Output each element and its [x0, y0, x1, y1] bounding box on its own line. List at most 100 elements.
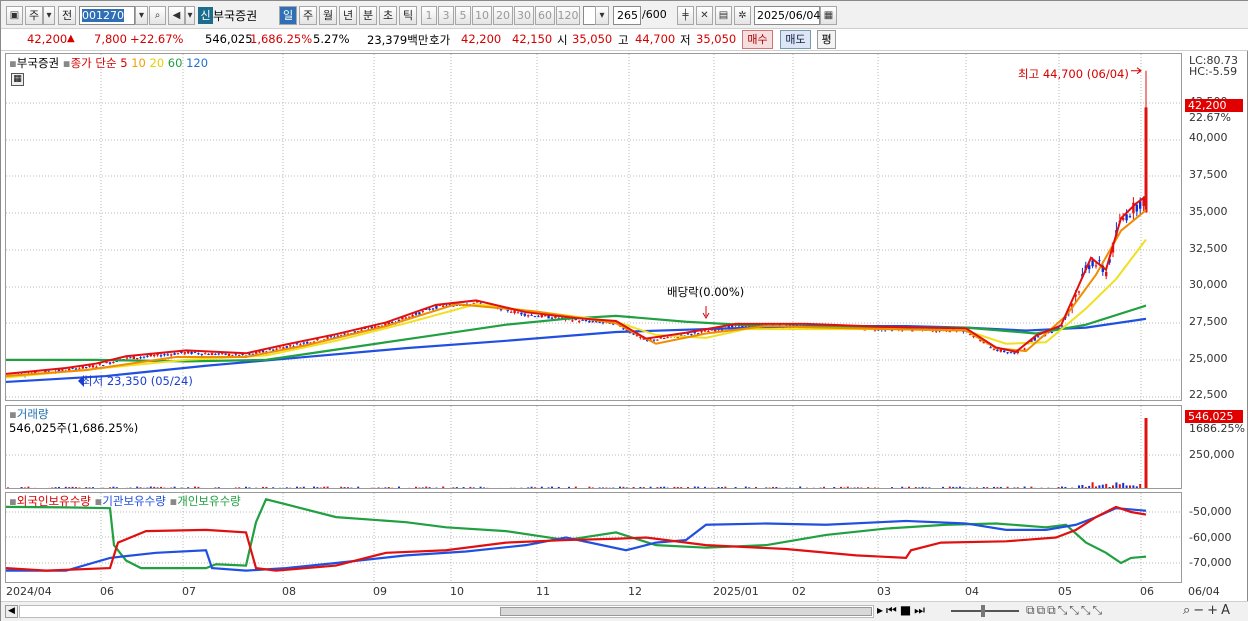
candle-body [992, 349, 996, 351]
volume-bar [370, 487, 373, 488]
candle-body [105, 362, 108, 364]
candle-body [1125, 214, 1128, 221]
scroll-track[interactable] [19, 605, 874, 618]
volume-bar [1105, 483, 1108, 488]
date-input[interactable]: 2025/06/04 [754, 6, 820, 25]
candle-body [581, 319, 584, 321]
candle-body [408, 316, 411, 318]
volume-bar [697, 486, 700, 488]
holding-panel[interactable]: ▪외국인보유수량 ▪기관보유수량 ▪개인보유수량 [5, 492, 1182, 583]
volume-bar [1098, 485, 1101, 488]
volume-bar [765, 487, 768, 488]
tool-icons[interactable]: ⧉⧉⧉⤡⤡⤡⤡ [1026, 603, 1104, 618]
zoom-slider[interactable] [951, 610, 1019, 612]
chevron-down-icon[interactable]: ▾ [185, 6, 195, 25]
volume-bar [990, 488, 992, 489]
volume-bar [354, 488, 356, 489]
interval-10[interactable]: 10 [472, 6, 492, 25]
toolbar: ▣ 주 ▾ 전 001270 ▾ ⌕ ◀ ▾ 신 부국증권 일 주 월 년 분 … [1, 1, 1248, 29]
market-button[interactable]: 주 [25, 6, 43, 25]
interval-120[interactable]: 120 [556, 6, 580, 25]
interval-20[interactable]: 20 [493, 6, 513, 25]
volume-bar [225, 488, 227, 489]
stock-name: 부국증권 [213, 9, 258, 23]
open-label: 시 [557, 33, 568, 47]
volume-panel[interactable]: ▪거래량 546,025주(1,686.25%) [5, 405, 1182, 489]
eval-button[interactable]: 평 [817, 30, 836, 49]
scroll-thumb[interactable] [500, 607, 872, 616]
volume-bar [112, 486, 115, 488]
prev-button[interactable]: 전 [58, 6, 76, 25]
volume-pct: 1,686.25% [250, 32, 313, 46]
count-input[interactable]: 265 [613, 6, 641, 25]
y-tick: -50,000 [1189, 505, 1232, 518]
table-icon[interactable]: ▦ [11, 73, 24, 86]
buy-button[interactable]: 매수 [742, 30, 773, 49]
y-tick: 27,500 [1189, 315, 1228, 328]
candle-body [442, 305, 445, 307]
sell-button[interactable]: 매도 [780, 30, 811, 49]
volume-bar [625, 487, 628, 488]
playback-controls[interactable]: ▸⏮■⏭ [877, 603, 928, 618]
interval-3[interactable]: 3 [438, 6, 454, 25]
candle-body [88, 365, 91, 367]
period-year[interactable]: 년 [339, 6, 357, 25]
chevron-down-icon[interactable]: ▾ [43, 6, 55, 25]
period-tick[interactable]: 틱 [399, 6, 417, 25]
volume-bar [704, 486, 706, 488]
volume-bar [656, 487, 659, 488]
code-input[interactable]: 001270 [79, 6, 135, 25]
calendar-icon[interactable]: ▦ [820, 6, 837, 25]
gear-icon[interactable]: ✲ [734, 6, 751, 25]
volume-bar [1139, 483, 1142, 488]
period-minute[interactable]: 분 [359, 6, 377, 25]
volume-bar [384, 487, 387, 488]
search-icon[interactable]: ⌕ [149, 6, 166, 25]
volume-bar [1108, 486, 1111, 488]
interval-30[interactable]: 30 [514, 6, 534, 25]
period-second[interactable]: 초 [379, 6, 397, 25]
volume-bar [1013, 487, 1016, 488]
candle-body [520, 312, 523, 315]
candle-body [1128, 216, 1132, 218]
legend-institution: 기관보유수량 [102, 494, 166, 508]
period-month[interactable]: 월 [319, 6, 337, 25]
zoom-icons[interactable]: ⌕−+A [1183, 603, 1233, 618]
volume-bar [469, 486, 472, 488]
volume-bar [1115, 482, 1118, 488]
candle-body [523, 313, 526, 316]
volume-bar [234, 487, 237, 488]
volume-bar [884, 488, 886, 489]
candle-body [258, 351, 261, 353]
candle-icon[interactable]: ╪ [677, 6, 694, 25]
candle-body [326, 337, 329, 339]
code-dropdown-icon[interactable]: ▾ [135, 6, 148, 25]
save-icon[interactable]: ▤ [715, 6, 732, 25]
volume-bar [853, 487, 856, 488]
volume-bar [197, 486, 200, 488]
interval-1[interactable]: 1 [421, 6, 437, 25]
volume-bar [316, 487, 319, 488]
scroll-left-icon[interactable]: ◀ [5, 605, 18, 618]
price-panel[interactable]: ▪부국증권 ▪종가 단순 5 10 20 60 120 ▦ 최고 44,700 … [5, 53, 1182, 401]
volume-bar [408, 487, 411, 488]
period-day[interactable]: 일 [279, 6, 297, 25]
window-icon[interactable]: ▣ [6, 6, 23, 25]
interval-5[interactable]: 5 [455, 6, 471, 25]
legend-bullet-icon: ▪ [9, 407, 17, 421]
volume-bar [778, 487, 781, 488]
volume-bar [272, 487, 275, 488]
candle-body [193, 351, 197, 353]
volume-bar [1135, 486, 1138, 488]
period-week[interactable]: 주 [299, 6, 317, 25]
zoom-handle[interactable] [981, 605, 985, 617]
volume-bar [95, 488, 97, 489]
chevron-down-icon[interactable]: ▾ [595, 6, 609, 25]
y-tick: 22,500 [1189, 388, 1228, 401]
interval-60[interactable]: 60 [535, 6, 555, 25]
drawing-icon[interactable]: ✕ [696, 6, 713, 25]
speaker-icon[interactable]: ◀ [168, 6, 185, 25]
volume-bar [105, 487, 108, 488]
y-tick: 250,000 [1189, 448, 1235, 461]
y-tick: 30,000 [1189, 278, 1228, 291]
